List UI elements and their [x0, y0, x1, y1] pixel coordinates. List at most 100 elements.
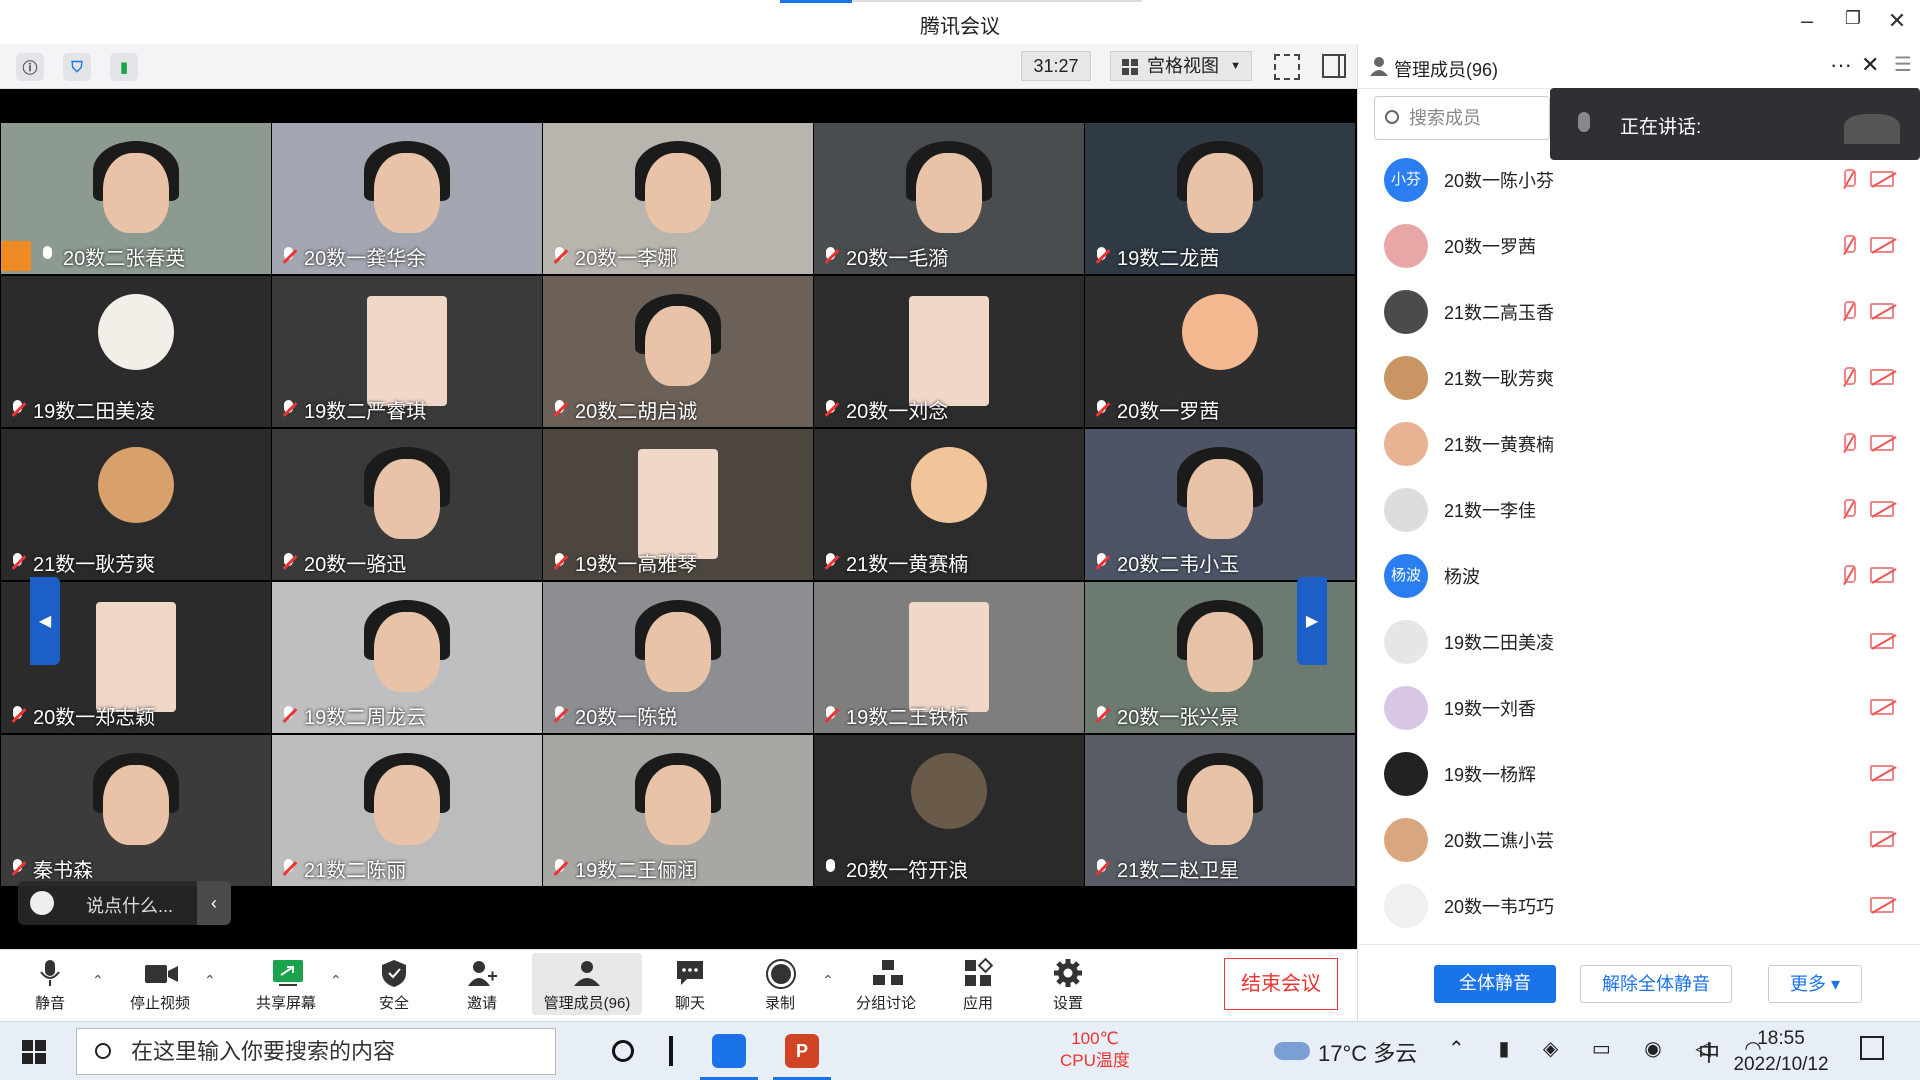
camera-off-icon[interactable] [1870, 171, 1894, 187]
taskbar-clock[interactable]: 18:55 2022/10/12 [1728, 1026, 1834, 1078]
shield-icon[interactable]: ⛉ [63, 53, 91, 81]
video-tile[interactable]: 19数二周龙云 [272, 582, 542, 733]
video-tile[interactable]: 21数二赵卫星 [1085, 735, 1355, 886]
video-tile[interactable]: 21数二陈丽 [272, 735, 542, 886]
camera-off-icon[interactable] [1870, 369, 1894, 385]
video-tile[interactable]: 21数一耿芳爽 [1, 429, 271, 580]
fullscreen-icon[interactable] [1274, 54, 1300, 80]
member-row[interactable]: 21数一黄赛楠 [1358, 408, 1920, 474]
member-row[interactable]: 小芬 20数一陈小芬 [1358, 144, 1920, 210]
member-name: 杨波 [1444, 567, 1480, 587]
video-tile[interactable]: 20数一刘念 [814, 276, 1084, 427]
video-tile[interactable]: 19数二王铁标 [814, 582, 1084, 733]
next-page-button[interactable]: ▶ [1297, 577, 1327, 665]
camera-off-icon[interactable] [1870, 567, 1894, 583]
video-tile[interactable]: 19数二龙茜 [1085, 123, 1355, 274]
member-row[interactable]: 19数二田美凌 [1358, 606, 1920, 672]
camera-off-icon[interactable] [1870, 435, 1894, 451]
video-tile[interactable]: 20数一毛漪 [814, 123, 1084, 274]
unmute-all-button[interactable]: 解除全体静音 [1580, 965, 1732, 1003]
video-tile[interactable]: 20数二张春英 [1, 123, 271, 274]
chat-button[interactable]: 聊天 [672, 958, 708, 1013]
video-tile[interactable]: 20数一符开浪 [814, 735, 1084, 886]
member-row[interactable]: 杨波 杨波 [1358, 540, 1920, 606]
mic-muted-icon[interactable] [1840, 433, 1856, 455]
apps-button[interactable]: 应用 [960, 957, 996, 1013]
info-icon[interactable]: ⓘ [16, 53, 44, 81]
member-search-input[interactable]: 搜索成员 [1374, 96, 1550, 140]
camera-off-icon[interactable] [1870, 897, 1894, 913]
task-view-icon[interactable] [669, 1036, 673, 1066]
member-row[interactable]: 19数一杨辉 [1358, 738, 1920, 804]
member-row[interactable]: 19数一刘香 [1358, 672, 1920, 738]
member-row[interactable]: 21数一李佳 [1358, 474, 1920, 540]
video-tile[interactable]: 20数一李娜 [543, 123, 813, 274]
mic-muted-icon[interactable] [1840, 499, 1856, 521]
manage-members-button[interactable]: 管理成员(96) [532, 953, 642, 1015]
video-tile[interactable]: 20数一罗茜 [1085, 276, 1355, 427]
video-tile[interactable]: 19数二王俪润 [543, 735, 813, 886]
weather-widget[interactable]: 17°C 多云 [1274, 1036, 1417, 1068]
video-tile[interactable]: 21数一黄赛楠 [814, 429, 1084, 580]
camera-off-icon[interactable] [1870, 501, 1894, 517]
member-row[interactable]: 20数二谯小芸 [1358, 804, 1920, 870]
video-tile[interactable]: 20数二胡启诚 [543, 276, 813, 427]
mic-muted-icon[interactable] [1840, 169, 1856, 191]
windows-start-icon[interactable] [22, 1040, 46, 1064]
collapse-chat-button[interactable]: ‹ [197, 881, 231, 925]
breakout-button[interactable]: 分组讨论 [854, 958, 918, 1013]
ime-indicator[interactable]: 中 [1698, 1036, 1720, 1068]
taskbar-search-input[interactable]: 在这里输入你要搜索的内容 [76, 1028, 556, 1075]
signal-icon[interactable]: ▮ [110, 53, 138, 81]
more-options-button[interactable]: 更多 ▾ [1768, 965, 1862, 1003]
video-tile[interactable]: 19数二田美凌 [1, 276, 271, 427]
camera-off-icon[interactable] [1870, 303, 1894, 319]
camera-off-icon[interactable] [1870, 699, 1894, 715]
member-row[interactable]: 20数一罗茜 [1358, 210, 1920, 276]
record-button[interactable]: 录制 [762, 958, 798, 1013]
more-icon[interactable]: ··· [1830, 52, 1852, 78]
close-button[interactable]: ✕ [1882, 8, 1912, 34]
mic-muted-icon[interactable] [1840, 301, 1856, 323]
notification-icon[interactable] [1860, 1036, 1884, 1060]
tencent-meeting-taskbar-icon[interactable] [712, 1034, 746, 1068]
member-row[interactable]: 21数二高玉香 [1358, 276, 1920, 342]
mute-button[interactable]: 静音 [30, 958, 70, 1013]
sidebar-toggle-icon[interactable] [1322, 54, 1346, 78]
maximize-button[interactable]: ❐ [1838, 8, 1868, 29]
prev-page-button[interactable]: ◀ [30, 577, 60, 665]
camera-off-icon[interactable] [1870, 237, 1894, 253]
end-meeting-button[interactable]: 结束会议 [1224, 958, 1338, 1010]
video-tile[interactable]: 19数二严睿琪 [272, 276, 542, 427]
video-tile[interactable]: 20数二韦小玉 [1085, 429, 1355, 580]
video-tile[interactable]: 19数一高雅琴 [543, 429, 813, 580]
minimize-button[interactable]: – [1792, 8, 1822, 34]
security-button[interactable]: 安全 [376, 958, 412, 1013]
video-tile[interactable]: 20数一陈锐 [543, 582, 813, 733]
invite-button[interactable]: 邀请 [464, 958, 500, 1013]
stop-video-button[interactable]: 停止视频 [124, 958, 196, 1013]
share-screen-button[interactable]: 共享屏幕 [254, 958, 318, 1013]
video-tile[interactable]: 秦书森 [1, 735, 271, 886]
participant-name: 21数二赵卫星 [1117, 860, 1240, 882]
member-row[interactable]: 20数一韦巧巧 [1358, 870, 1920, 936]
video-tile[interactable]: 20数一骆迅 [272, 429, 542, 580]
mic-muted-icon[interactable] [1840, 367, 1856, 389]
powerpoint-taskbar-icon[interactable]: P [785, 1034, 819, 1068]
settings-button[interactable]: 设置 [1050, 958, 1086, 1013]
mic-muted-icon[interactable] [1840, 565, 1856, 587]
camera-off-icon[interactable] [1870, 765, 1894, 781]
camera-off-icon[interactable] [1870, 633, 1894, 649]
menu-icon[interactable]: ☰ [1894, 52, 1912, 77]
chat-input[interactable]: 说点什么... ‹ [18, 881, 231, 925]
member-row[interactable]: 21数一耿芳爽 [1358, 342, 1920, 408]
mic-muted-icon[interactable] [1840, 235, 1856, 257]
video-tile[interactable]: 20数一龚华余 [272, 123, 542, 274]
camera-off-icon[interactable] [1870, 831, 1894, 847]
mute-all-button[interactable]: 全体静音 [1434, 965, 1556, 1003]
grid-view-button[interactable]: 宫格视图 ▼ [1110, 51, 1252, 81]
system-tray-icons[interactable]: ⌃ ▮ ◈ ▭ ◉ ◁ ◠ [1448, 1036, 1776, 1061]
cortana-icon[interactable] [612, 1040, 634, 1062]
emoji-icon[interactable] [30, 891, 54, 915]
close-panel-icon[interactable]: ✕ [1861, 52, 1879, 78]
